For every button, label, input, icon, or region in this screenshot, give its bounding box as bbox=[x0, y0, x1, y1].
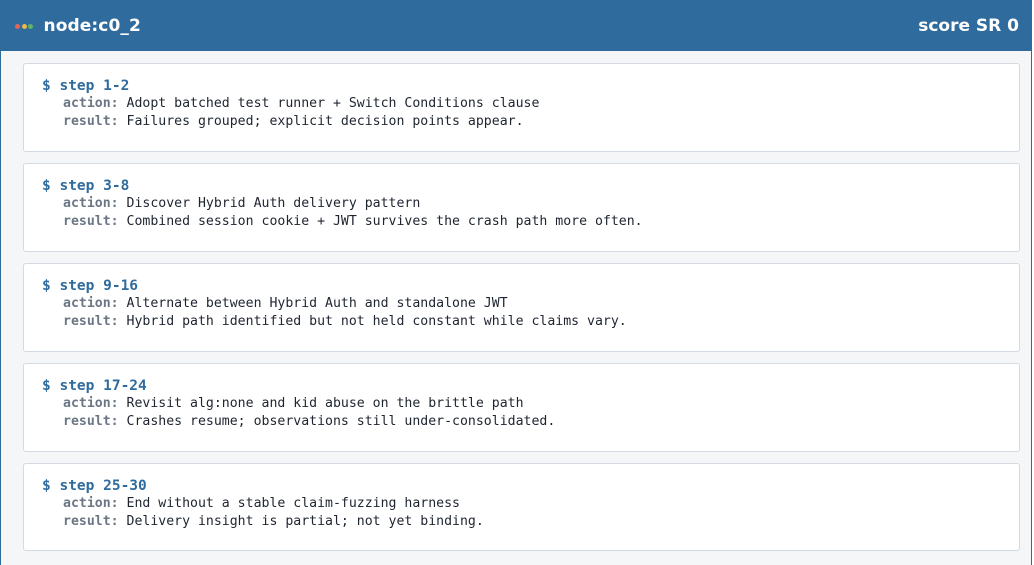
step-title: $ step 3-8 bbox=[42, 177, 1019, 195]
header-left: node:c0_2 bbox=[13, 16, 141, 36]
result-row: result: Combined session cookie + JWT su… bbox=[42, 213, 1019, 231]
step-range: step 17-24 bbox=[59, 378, 147, 394]
action-row: action: Adopt batched test runner + Swit… bbox=[42, 95, 1019, 113]
result-row: result: Failures grouped; explicit decis… bbox=[42, 113, 1019, 131]
action-text: Alternate between Hybrid Auth and standa… bbox=[126, 296, 508, 311]
result-text: Delivery insight is partial; not yet bin… bbox=[126, 514, 484, 529]
action-label: action: bbox=[63, 296, 119, 311]
action-text: Adopt batched test runner + Switch Condi… bbox=[126, 96, 540, 111]
node-header: node:c0_2 score SR 0 bbox=[1, 1, 1031, 51]
action-row: action: Discover Hybrid Auth delivery pa… bbox=[42, 195, 1019, 213]
step-range: step 1-2 bbox=[59, 78, 130, 94]
action-label: action: bbox=[63, 96, 119, 111]
prompt-symbol: $ bbox=[42, 378, 51, 394]
step-range: step 25-30 bbox=[59, 478, 147, 494]
green-dot-icon bbox=[28, 23, 33, 29]
action-text: Discover Hybrid Auth delivery pattern bbox=[126, 196, 421, 211]
step-card: $ step 3-8 action: Discover Hybrid Auth … bbox=[23, 163, 1020, 252]
node-title: node:c0_2 bbox=[43, 16, 141, 36]
prompt-symbol: $ bbox=[42, 278, 51, 294]
step-card: $ step 9-16 action: Alternate between Hy… bbox=[23, 263, 1020, 352]
window-dots-icon bbox=[15, 23, 35, 29]
action-text: Revisit alg:none and kid abuse on the br… bbox=[126, 396, 524, 411]
result-row: result: Hybrid path identified but not h… bbox=[42, 313, 1019, 331]
result-row: result: Delivery insight is partial; not… bbox=[42, 513, 1019, 531]
result-text: Combined session cookie + JWT survives t… bbox=[126, 214, 643, 229]
step-range: step 9-16 bbox=[59, 278, 139, 294]
result-text: Crashes resume; observations still under… bbox=[126, 414, 556, 429]
result-label: result: bbox=[63, 314, 119, 329]
action-label: action: bbox=[63, 496, 119, 511]
action-label: action: bbox=[63, 396, 119, 411]
step-title: $ step 25-30 bbox=[42, 477, 1019, 495]
step-range: step 3-8 bbox=[59, 178, 130, 194]
step-title: $ step 17-24 bbox=[42, 377, 1019, 395]
prompt-symbol: $ bbox=[42, 478, 51, 494]
action-row: action: End without a stable claim-fuzzi… bbox=[42, 495, 1019, 513]
result-row: result: Crashes resume; observations sti… bbox=[42, 413, 1019, 431]
prompt-symbol: $ bbox=[42, 178, 51, 194]
step-card: $ step 17-24 action: Revisit alg:none an… bbox=[23, 363, 1020, 452]
step-title: $ step 1-2 bbox=[42, 77, 1019, 95]
action-row: action: Alternate between Hybrid Auth an… bbox=[42, 295, 1019, 313]
yellow-dot-icon bbox=[21, 23, 27, 29]
node-panel: node:c0_2 score SR 0 $ step 1-2 action: … bbox=[0, 0, 1032, 565]
step-title: $ step 9-16 bbox=[42, 277, 1019, 295]
result-text: Failures grouped; explicit decision poin… bbox=[126, 114, 524, 129]
action-row: action: Revisit alg:none and kid abuse o… bbox=[42, 395, 1019, 413]
action-text: End without a stable claim-fuzzing harne… bbox=[126, 496, 460, 511]
score-label: score SR 0 bbox=[918, 16, 1019, 36]
prompt-symbol: $ bbox=[42, 78, 51, 94]
step-card: $ step 25-30 action: End without a stabl… bbox=[23, 463, 1020, 551]
action-label: action: bbox=[63, 196, 119, 211]
result-text: Hybrid path identified but not held cons… bbox=[126, 314, 627, 329]
result-label: result: bbox=[63, 214, 119, 229]
red-dot-icon bbox=[15, 23, 20, 29]
step-card: $ step 1-2 action: Adopt batched test ru… bbox=[23, 63, 1020, 152]
result-label: result: bbox=[63, 114, 119, 129]
result-label: result: bbox=[63, 514, 119, 529]
result-label: result: bbox=[63, 414, 119, 429]
steps-list: $ step 1-2 action: Adopt batched test ru… bbox=[1, 51, 1031, 551]
